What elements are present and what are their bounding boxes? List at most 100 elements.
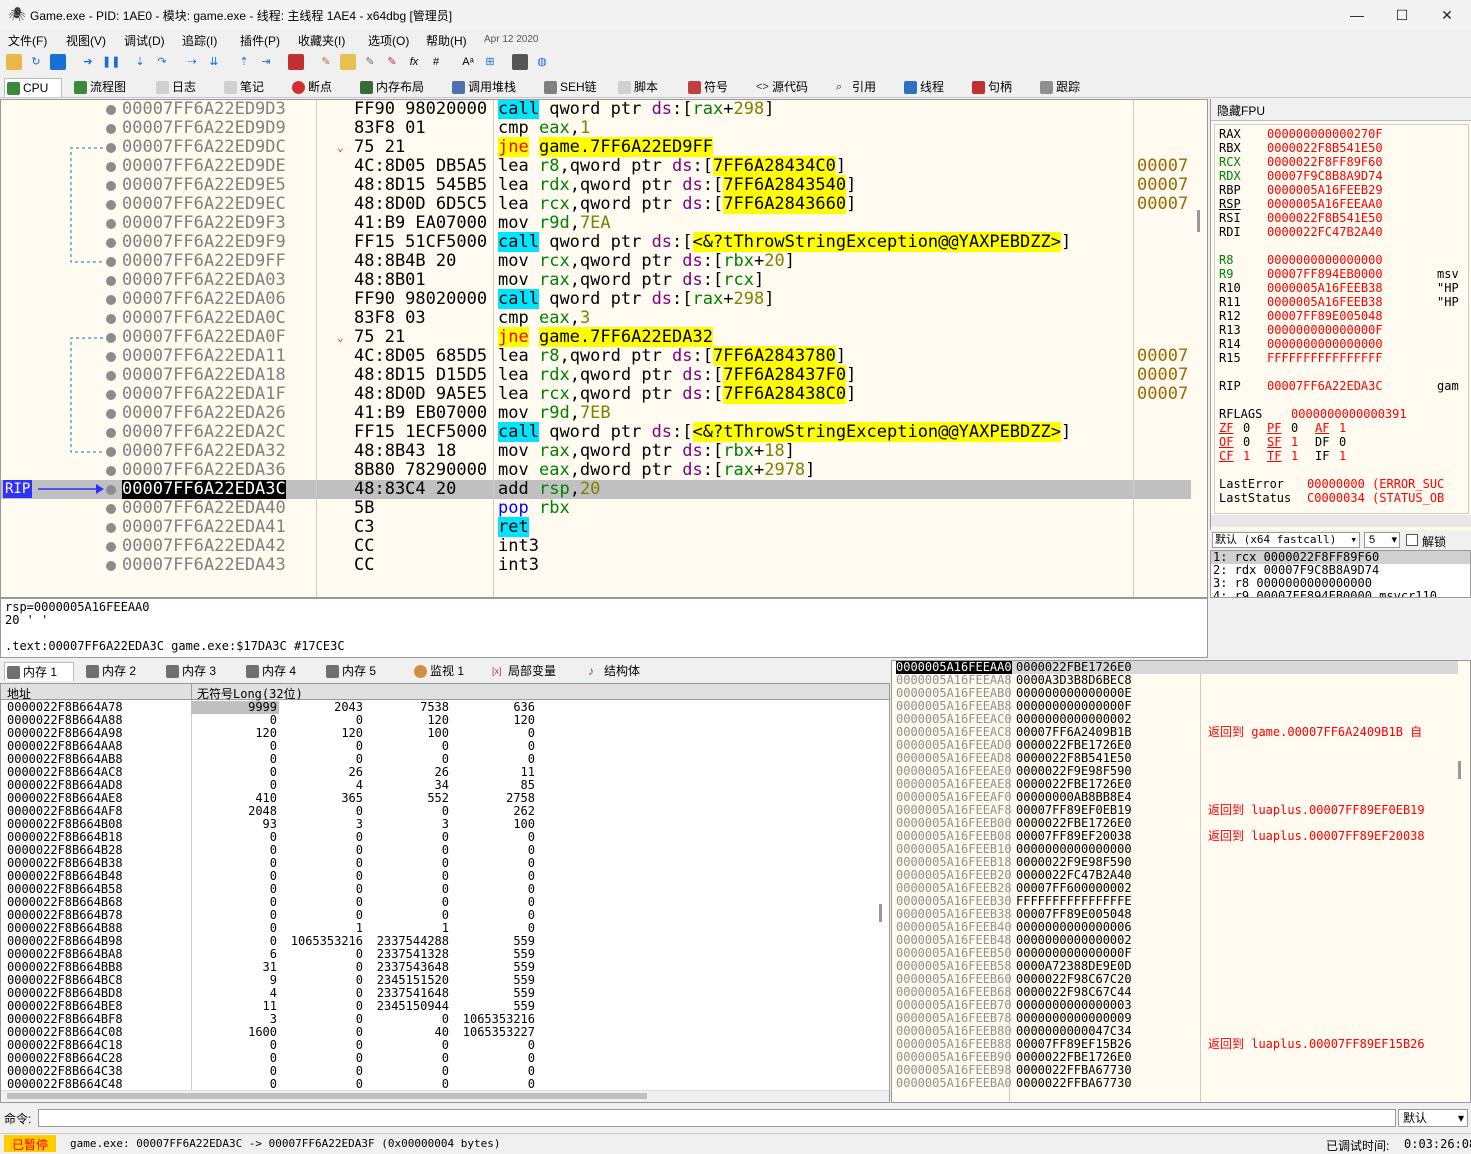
register-row[interactable]: RSI 0000022F8B541E50: [1219, 211, 1383, 225]
breakpoint-dot-icon[interactable]: [106, 447, 116, 457]
breakpoint-dot-icon[interactable]: [106, 238, 116, 248]
tab-watch-1[interactable]: 监视 1: [412, 662, 464, 681]
breakpoint-dot-icon[interactable]: [106, 352, 116, 362]
register-row[interactable]: RAX 000000000000270F: [1219, 127, 1383, 141]
flag-name[interactable]: ZF: [1219, 421, 1243, 435]
breakpoint-dot-icon[interactable]: [106, 314, 116, 324]
breakpoint-dot-icon[interactable]: [106, 409, 116, 419]
patch-icon[interactable]: ✎: [318, 54, 334, 70]
disasm-row[interactable]: 00007FF6A22EDA03 48:8B01 mov rax,qword ptr…: [1, 271, 1201, 290]
disasm-row[interactable]: 00007FF6A22ED9DE 4C:8D05 DB5A5 lea r8,qwor…: [1, 156, 1201, 176]
close-button[interactable]: ✕: [1424, 0, 1470, 30]
disasm-row[interactable]: 00007FF6A22EDA36 8B80 78290000 mov eax,dwo…: [1, 461, 1201, 480]
breakpoint-dot-icon[interactable]: [106, 542, 116, 552]
open-icon[interactable]: [6, 54, 22, 70]
bookmark-icon[interactable]: ✎: [384, 54, 400, 70]
pause-icon[interactable]: ❚❚: [102, 54, 120, 70]
script-icon[interactable]: [512, 54, 528, 70]
stop-icon[interactable]: [50, 54, 66, 70]
tab-memory-map[interactable]: 内存布局: [358, 78, 424, 97]
dump-vscrollbar-thumb[interactable]: [879, 904, 882, 922]
label-icon[interactable]: ✎: [362, 54, 378, 70]
menu-debug[interactable]: 调试(D): [124, 32, 165, 49]
calculator-icon[interactable]: ⊞: [482, 54, 498, 70]
tab-threads[interactable]: 线程: [902, 78, 944, 97]
tab-dump-4[interactable]: 内存 4: [244, 662, 296, 681]
trace-over-icon[interactable]: ⇊: [206, 54, 222, 70]
register-row[interactable]: RDX 00007F9C8B8A9D74: [1219, 169, 1383, 183]
tab-breakpoints[interactable]: 断点: [290, 78, 332, 97]
disasm-row[interactable]: 00007FF6A22ED9D3 FF90 98020000 call qword …: [1, 100, 1201, 119]
font-icon[interactable]: Aᵃ: [460, 54, 476, 70]
breakpoint-dot-icon[interactable]: [106, 504, 116, 514]
breakpoint-dot-icon[interactable]: [106, 124, 116, 134]
breakpoint-dot-icon[interactable]: [106, 561, 116, 571]
breakpoint-dot-icon[interactable]: [106, 333, 116, 343]
tab-dump-2[interactable]: 内存 2: [84, 662, 136, 681]
breakpoint-dot-icon[interactable]: [106, 219, 116, 229]
dump-hscrollbar-thumb[interactable]: [7, 1093, 647, 1099]
disasm-row[interactable]: 00007FF6A22ED9E5 48:8D15 545B5 lea rdx,qwo…: [1, 175, 1201, 195]
unlock-checkbox[interactable]: [1406, 534, 1418, 546]
tab-seh[interactable]: SEH链: [542, 78, 597, 97]
flag-name[interactable]: SF: [1267, 435, 1291, 449]
tab-cpu[interactable]: CPU: [4, 78, 62, 97]
register-row[interactable]: [1219, 365, 1267, 379]
breakpoint-dot-icon[interactable]: [106, 390, 116, 400]
register-row[interactable]: R14 0000000000000000: [1219, 337, 1383, 351]
flag-name[interactable]: TF: [1267, 449, 1291, 463]
lasterror-value[interactable]: 00000000: [1307, 477, 1365, 491]
tab-dump-3[interactable]: 内存 3: [164, 662, 216, 681]
breakpoint-dot-icon[interactable]: [106, 257, 116, 267]
menu-trace[interactable]: 追踪(I): [182, 32, 217, 49]
register-row[interactable]: R11 0000005A16FEEB38 "HP: [1219, 295, 1459, 309]
tab-locals[interactable]: [x] 局部变量: [490, 662, 556, 681]
breakpoint-dot-icon[interactable]: [106, 428, 116, 438]
tab-dump-5[interactable]: 内存 5: [324, 662, 376, 681]
argument-row[interactable]: 4: r9 00007FF894EB0000 msvcr110: [1211, 590, 1470, 598]
register-row[interactable]: RDI 0000022FC47B2A40: [1219, 225, 1383, 239]
tab-symbols[interactable]: 符号: [686, 78, 728, 97]
tab-trace[interactable]: 跟踪: [1038, 78, 1080, 97]
menu-help[interactable]: 帮助(H): [426, 32, 467, 49]
tab-script[interactable]: 脚本: [616, 78, 658, 97]
breakpoint-dot-icon[interactable]: [106, 143, 116, 153]
disasm-row[interactable]: 00007FF6A22EDA43 CC int3: [1, 556, 1201, 575]
disasm-row[interactable]: 00007FF6A22ED9FF 48:8B4B 20 mov rcx,qword …: [1, 252, 1201, 271]
arg-count-select[interactable]: 5 ▾: [1364, 532, 1400, 548]
stack-scrollbar-thumb[interactable]: [1458, 761, 1461, 779]
register-row[interactable]: [1219, 239, 1267, 253]
breakpoint-dot-icon[interactable]: [106, 371, 116, 381]
breakpoint-dot-icon[interactable]: [106, 295, 116, 305]
flag-name[interactable]: CF: [1219, 449, 1243, 463]
breakpoint-dot-icon[interactable]: [106, 181, 116, 191]
flag-name[interactable]: OF: [1219, 435, 1243, 449]
disasm-row[interactable]: 00007FF6A22EDA41 C3 ret: [1, 517, 1201, 537]
memory-dump[interactable]: 地址 无符号Long(32位) 0000022F8B664A78 9999 2043…: [0, 683, 890, 1103]
menu-favourites[interactable]: 收藏夹(I): [298, 32, 345, 49]
tab-references[interactable]: ⌕ 引用: [834, 78, 876, 97]
register-hscrollbar[interactable]: [1211, 515, 1471, 527]
maximize-button[interactable]: ☐: [1379, 0, 1425, 30]
menu-file[interactable]: 文件(F): [8, 32, 47, 49]
disasm-row[interactable]: 00007FF6A22EDA1F 48:8D0D 9A5E5 lea rcx,qwo…: [1, 384, 1201, 404]
menu-options[interactable]: 选项(O): [368, 32, 409, 49]
trace-into-icon[interactable]: ⇢: [184, 54, 200, 70]
breakpoint-dot-icon[interactable]: [106, 105, 116, 115]
hash-icon[interactable]: #: [428, 54, 444, 70]
breakpoint-icon[interactable]: [288, 54, 304, 70]
breakpoint-dot-icon[interactable]: [106, 162, 116, 172]
register-row[interactable]: RSP 0000005A16FEEAA0: [1219, 197, 1383, 211]
register-row[interactable]: R15 FFFFFFFFFFFFFFFF: [1219, 351, 1383, 365]
laststatus-value[interactable]: C0000034: [1307, 491, 1365, 505]
disasm-row[interactable]: 00007FF6A22ED9F9 FF15 51CF5000 call qword …: [1, 232, 1201, 252]
globe-icon[interactable]: ◍: [534, 54, 550, 70]
register-row[interactable]: R12 00007FF89E005048: [1219, 309, 1383, 323]
flag-name[interactable]: IF: [1315, 449, 1339, 463]
register-row[interactable]: RBP 0000005A16FEEB29: [1219, 183, 1383, 197]
disassembly-view[interactable]: 00007FF6A22ED9D3 FF90 98020000 call qword …: [0, 99, 1208, 598]
rflags-value[interactable]: 0000000000000391: [1291, 407, 1407, 421]
breakpoint-dot-icon[interactable]: [106, 200, 116, 210]
disasm-row[interactable]: 00007FF6A22EDA0C 83F8 03 cmp eax,3: [1, 309, 1201, 328]
register-row[interactable]: R8 0000000000000000: [1219, 253, 1383, 267]
